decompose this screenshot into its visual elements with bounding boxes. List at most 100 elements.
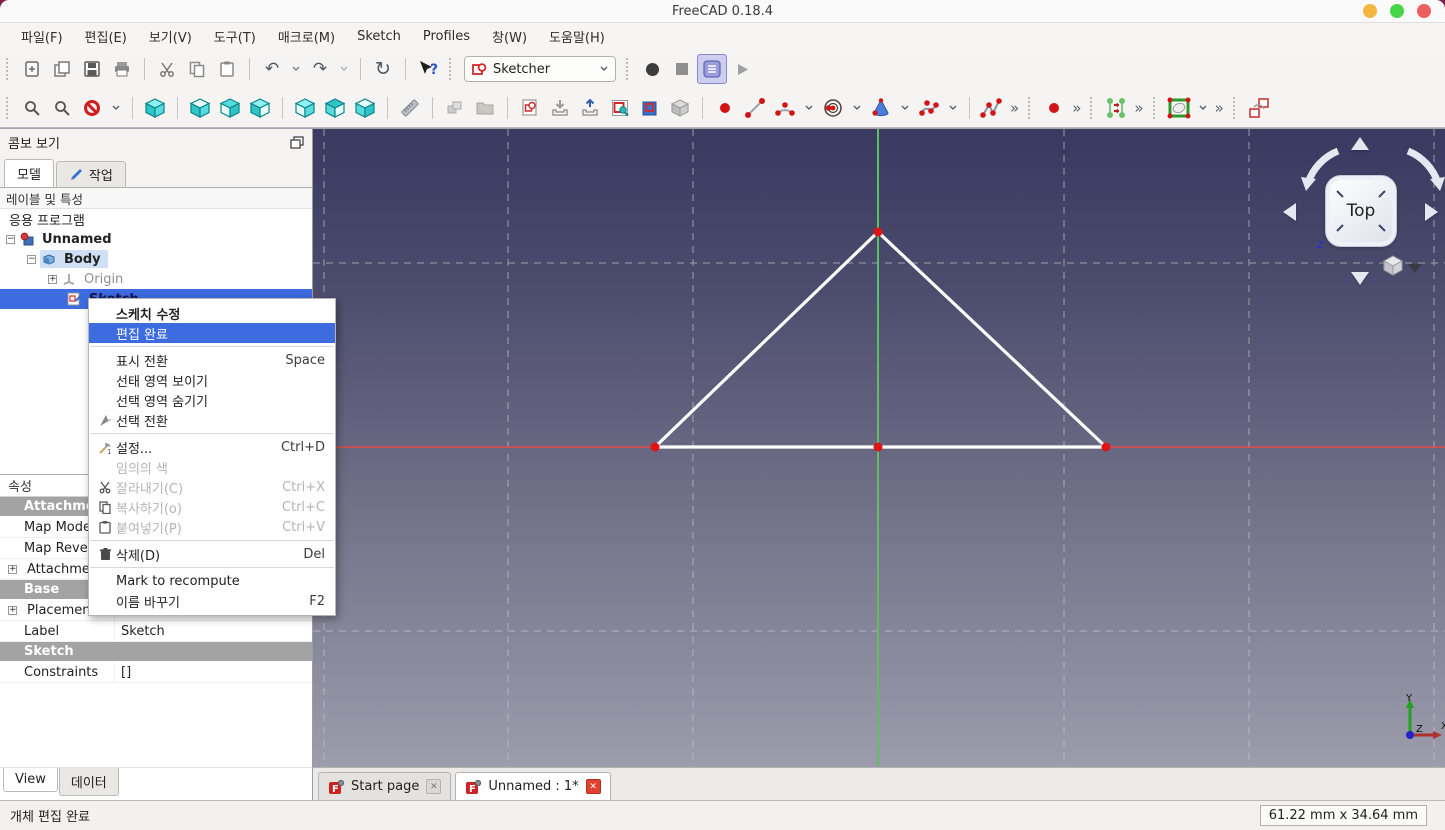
copy-button[interactable] [182, 54, 212, 84]
create-conic-button[interactable] [866, 93, 896, 123]
menu-help[interactable]: 도움말(H) [538, 24, 616, 49]
sketch-canvas[interactable] [313, 129, 1445, 768]
workbench-selector[interactable]: Sketcher [464, 56, 616, 82]
toolbar-handle[interactable] [1028, 96, 1035, 119]
create-point-button[interactable] [710, 93, 740, 123]
measure-button[interactable] [395, 93, 425, 123]
close-button[interactable] [1417, 4, 1431, 18]
tree-item-body[interactable]: − Body [0, 249, 312, 269]
expand-toggle[interactable]: + [8, 605, 17, 615]
map-sketch-button[interactable] [635, 93, 665, 123]
save-button[interactable] [77, 54, 107, 84]
menu-windows[interactable]: 창(W) [481, 24, 538, 49]
axonometric-view-button[interactable] [140, 93, 170, 123]
conic-dropdown[interactable] [896, 93, 914, 123]
float-panel-icon[interactable] [290, 136, 304, 149]
close-tab-icon[interactable]: ✕ [426, 779, 442, 794]
menu-item-toggle-selectability[interactable]: 선택 전환 [89, 410, 335, 430]
fit-selection-button[interactable] [47, 93, 77, 123]
right-view-button[interactable] [245, 93, 275, 123]
toolbar-handle[interactable] [626, 58, 633, 80]
macro-stop-button[interactable] [667, 54, 697, 84]
tab-unnamed-document[interactable]: F Unnamed : 1* ✕ [455, 772, 611, 800]
toolbar-handle[interactable] [1152, 96, 1160, 119]
nav-menu-dropdown[interactable] [1408, 263, 1422, 273]
leave-sketch-button[interactable] [605, 93, 635, 123]
tree-item-document[interactable]: − Unnamed [0, 229, 312, 249]
menu-item-mark-to-recompute[interactable]: Mark to recompute [89, 571, 335, 591]
menu-item-settings[interactable]: 1 설정... Ctrl+D [89, 437, 335, 457]
menu-sketch[interactable]: Sketch [346, 26, 412, 47]
menu-view[interactable]: 보기(V) [138, 24, 203, 49]
cut-button[interactable] [152, 54, 182, 84]
whats-this-button[interactable]: ? [413, 54, 443, 84]
tab-data-properties[interactable]: 데이터 [58, 768, 119, 796]
tab-view-properties[interactable]: View [3, 768, 58, 792]
create-bspline-button[interactable] [914, 93, 944, 123]
create-circle-button[interactable] [818, 93, 848, 123]
create-arc-button[interactable] [770, 93, 800, 123]
nav-arrow-up[interactable] [1351, 137, 1369, 150]
toolbar-overflow-button[interactable]: » [1069, 99, 1084, 117]
property-row-constraints[interactable]: Constraints [] [0, 662, 312, 683]
virtual-space-button[interactable] [1244, 93, 1274, 123]
open-document-button[interactable] [47, 54, 77, 84]
refresh-button[interactable]: ↻ [368, 54, 398, 84]
view-section-button[interactable] [665, 93, 695, 123]
create-polyline-button[interactable] [977, 93, 1007, 123]
fit-all-button[interactable] [17, 93, 47, 123]
minimize-button[interactable] [1363, 4, 1377, 18]
constrain-block-button[interactable] [1101, 93, 1131, 123]
nav-mini-cube-icon[interactable] [1381, 253, 1405, 277]
merge-sketch-button[interactable] [545, 93, 575, 123]
property-row-label[interactable]: Label Sketch [0, 621, 312, 642]
bottom-view-button[interactable] [320, 93, 350, 123]
3d-viewport[interactable]: Top z Y X Z [313, 129, 1445, 768]
nav-arrow-right[interactable] [1425, 203, 1438, 221]
expand-toggle[interactable]: + [8, 564, 17, 574]
toolbar-handle[interactable] [449, 58, 456, 80]
toolbar-overflow-button[interactable]: » [1007, 99, 1022, 117]
bspline-tools-dropdown[interactable] [1194, 93, 1212, 123]
tree-root-application[interactable]: 응용 프로그램 [0, 209, 312, 229]
menu-item-edit-sketch[interactable]: 스케치 수정 [89, 303, 335, 323]
collapse-toggle[interactable]: − [27, 254, 36, 264]
expand-toggle[interactable]: + [48, 274, 57, 284]
toolbar-overflow-button[interactable]: » [1131, 99, 1146, 117]
sketch-vertices[interactable] [650, 227, 1111, 452]
menu-edit[interactable]: 편집(E) [74, 24, 138, 49]
property-group-sketch[interactable]: Sketch [0, 642, 312, 662]
toolbar-handle[interactable] [6, 58, 13, 80]
tab-tasks[interactable]: 작업 [55, 161, 126, 187]
redo-button[interactable]: ↷ [305, 54, 335, 84]
menu-profiles[interactable]: Profiles [412, 26, 481, 47]
menu-item-hide-selection[interactable]: 선택 영역 숨기기 [89, 390, 335, 410]
tab-model[interactable]: 모델 [4, 159, 54, 187]
left-view-button[interactable] [350, 93, 380, 123]
circle-dropdown[interactable] [848, 93, 866, 123]
macro-record-button[interactable] [637, 54, 667, 84]
menu-item-delete[interactable]: 삭제(D) Del [89, 544, 335, 564]
toolbar-handle[interactable] [6, 96, 13, 119]
draw-style-button[interactable] [77, 93, 107, 123]
menu-file[interactable]: 파일(F) [10, 24, 74, 49]
menu-item-show-selection[interactable]: 선태 영역 보이기 [89, 370, 335, 390]
arc-dropdown[interactable] [800, 93, 818, 123]
menu-item-finish-editing[interactable]: 편집 완료 [89, 323, 335, 343]
menu-macro[interactable]: 매크로(M) [267, 24, 346, 49]
tree-item-origin[interactable]: + Origin [0, 269, 312, 289]
nav-arrow-down[interactable] [1351, 272, 1369, 285]
folder-button[interactable] [470, 93, 500, 123]
toolbar-handle[interactable] [1090, 96, 1097, 119]
export-sketch-button[interactable] [575, 93, 605, 123]
nav-arrow-left[interactable] [1283, 203, 1296, 221]
undo-button[interactable]: ↶ [257, 54, 287, 84]
triangle-sketch[interactable] [653, 230, 1108, 449]
menu-item-toggle-visibility[interactable]: 표시 전환 Space [89, 350, 335, 370]
new-document-button[interactable] [17, 54, 47, 84]
create-line-button[interactable] [740, 93, 770, 123]
undo-dropdown[interactable] [287, 54, 305, 84]
maximize-button[interactable] [1390, 4, 1404, 18]
print-button[interactable] [107, 54, 137, 84]
paste-button[interactable] [212, 54, 242, 84]
